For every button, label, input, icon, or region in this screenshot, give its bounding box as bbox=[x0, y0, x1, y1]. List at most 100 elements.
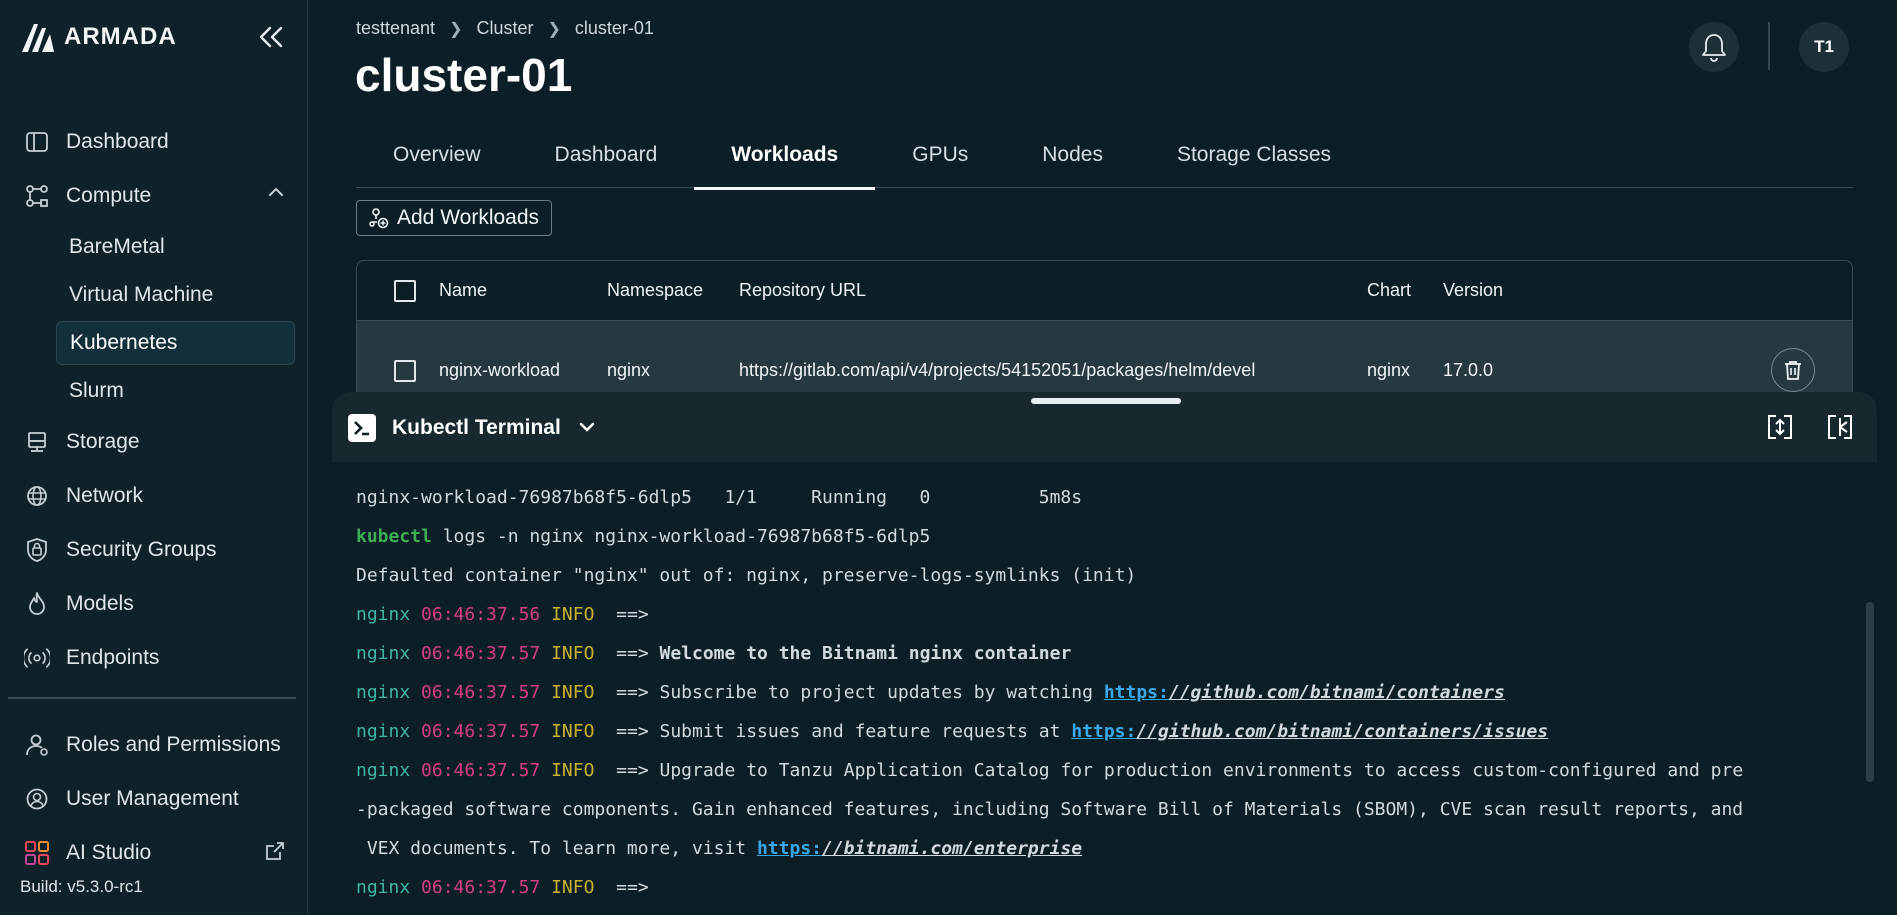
sidebar-item-user-management[interactable]: User Management bbox=[0, 772, 308, 826]
chevron-down-icon[interactable] bbox=[577, 417, 597, 437]
log-arrow: ==> bbox=[616, 760, 649, 781]
terminal-line: nginx-workload-76987b68f5-6dlp5 1/1 Runn… bbox=[356, 487, 1083, 508]
column-header-name[interactable]: Name bbox=[439, 280, 487, 301]
log-time: 06:46:37.57 bbox=[421, 760, 541, 781]
breadcrumb-cluster[interactable]: Cluster bbox=[476, 18, 533, 39]
log-link[interactable]: https: bbox=[1104, 682, 1169, 703]
tab-nodes[interactable]: Nodes bbox=[1005, 122, 1140, 188]
chevron-up-icon bbox=[269, 187, 283, 196]
delete-workload-button[interactable] bbox=[1771, 348, 1815, 392]
sidebar-bottom-nav: Roles and Permissions User Management AI… bbox=[0, 718, 308, 880]
maximize-terminal-icon[interactable] bbox=[1765, 412, 1795, 442]
sidebar-item-dashboard[interactable]: Dashboard bbox=[0, 115, 308, 169]
workloads-table: Name Namespace Repository URL Chart Vers… bbox=[356, 260, 1853, 400]
sidebar-item-models[interactable]: Models bbox=[0, 577, 308, 631]
tab-dashboard[interactable]: Dashboard bbox=[518, 122, 695, 188]
row-checkbox[interactable] bbox=[394, 360, 416, 382]
terminal-line: VEX documents. To learn more, visit http… bbox=[356, 829, 1836, 868]
log-url[interactable]: //bitnami.com/enterprise bbox=[822, 838, 1082, 859]
log-level: INFO bbox=[551, 721, 595, 742]
log-prefix: nginx bbox=[356, 682, 411, 703]
sidebar-item-label: Roles and Permissions bbox=[66, 733, 281, 756]
lock-shield-icon bbox=[24, 537, 50, 563]
breadcrumb: testtenant ❯ Cluster ❯ cluster-01 bbox=[356, 18, 654, 39]
terminal-output[interactable]: nginx-workload-76987b68f5-6dlp5 1/1 Runn… bbox=[356, 478, 1836, 907]
sidebar-item-roles-and-permissions[interactable]: Roles and Permissions bbox=[0, 718, 308, 772]
breadcrumb-current: cluster-01 bbox=[574, 18, 654, 38]
add-workloads-button[interactable]: Add Workloads bbox=[356, 200, 553, 236]
sidebar-subitem-virtual-machine[interactable]: Virtual Machine bbox=[0, 271, 308, 319]
sidebar-item-ai-studio[interactable]: AI Studio bbox=[0, 826, 308, 880]
notifications-button[interactable] bbox=[1689, 22, 1739, 72]
column-header-version[interactable]: Version bbox=[1443, 280, 1503, 301]
add-workload-icon bbox=[369, 208, 389, 229]
terminal-line: nginx 06:46:37.57 INFO ==> Submit issues… bbox=[356, 712, 1836, 751]
app-logo[interactable]: ARMADA bbox=[20, 20, 177, 54]
terminal-resize-handle[interactable] bbox=[1031, 398, 1181, 404]
workload-name: nginx-workload bbox=[439, 360, 561, 380]
log-time: 06:46:37.57 bbox=[421, 877, 541, 898]
tab-workloads[interactable]: Workloads bbox=[694, 122, 876, 190]
broadcast-icon bbox=[24, 645, 50, 671]
workload-namespace: nginx bbox=[607, 360, 651, 380]
sidebar-item-network[interactable]: Network bbox=[0, 469, 308, 523]
sidebar-item-compute[interactable]: Compute bbox=[0, 169, 308, 223]
log-time: 06:46:37.57 bbox=[421, 682, 541, 703]
add-workloads-label: Add Workloads bbox=[397, 206, 540, 229]
users-icon bbox=[24, 732, 50, 758]
sidebar-item-endpoints[interactable]: Endpoints bbox=[0, 631, 308, 685]
column-header-namespace[interactable]: Namespace bbox=[607, 280, 703, 301]
terminal-title: Kubectl Terminal bbox=[392, 416, 561, 439]
log-url[interactable]: //github.com/bitnami/containers bbox=[1169, 682, 1505, 703]
column-header-chart[interactable]: Chart bbox=[1367, 280, 1411, 301]
select-all-checkbox[interactable] bbox=[394, 279, 416, 302]
log-time: 06:46:37.56 bbox=[421, 604, 541, 625]
log-link[interactable]: https: bbox=[1071, 721, 1136, 742]
terminal-line: nginx 06:46:37.56 INFO ==> bbox=[356, 595, 1836, 634]
terminal-line: nginx 06:46:37.57 INFO ==> Subscribe to … bbox=[356, 673, 1836, 712]
log-message: Submit issues and feature requests at bbox=[659, 721, 1072, 742]
avatar[interactable]: T1 bbox=[1799, 22, 1849, 72]
terminal-icon bbox=[348, 414, 376, 442]
sidebar-divider bbox=[8, 697, 296, 699]
terminal-line: nginx 06:46:37.57 INFO ==> Welcome to th… bbox=[356, 634, 1836, 673]
tab-overview[interactable]: Overview bbox=[356, 122, 518, 188]
sidebar-item-storage[interactable]: Storage bbox=[0, 415, 308, 469]
compute-icon bbox=[24, 183, 50, 209]
log-level: INFO bbox=[551, 604, 595, 625]
terminal-header: Kubectl Terminal bbox=[332, 392, 1877, 462]
table-row[interactable]: nginx-workload nginx https://gitlab.com/… bbox=[357, 321, 1852, 399]
dock-terminal-icon[interactable] bbox=[1825, 412, 1855, 442]
terminal-scrollbar[interactable] bbox=[1866, 602, 1874, 782]
sidebar: ARMADA Dashboard Compute BareMetal Virtu… bbox=[0, 0, 308, 915]
sidebar-item-label: Dashboard bbox=[66, 130, 169, 153]
collapse-sidebar-button[interactable] bbox=[256, 22, 286, 52]
globe-icon bbox=[24, 483, 50, 509]
breadcrumb-tenant[interactable]: testtenant bbox=[356, 18, 435, 39]
log-level: INFO bbox=[551, 877, 595, 898]
sidebar-item-label: AI Studio bbox=[66, 841, 152, 864]
log-arrow: ==> bbox=[616, 682, 649, 703]
log-arrow: ==> bbox=[616, 877, 649, 898]
log-level: INFO bbox=[551, 682, 595, 703]
sidebar-subitem-kubernetes[interactable]: Kubernetes bbox=[56, 321, 295, 365]
sidebar-item-label: Compute bbox=[66, 184, 152, 207]
log-message: Subscribe to project updates by watching bbox=[659, 682, 1104, 703]
log-url[interactable]: //github.com/bitnami/containers/issues bbox=[1136, 721, 1548, 742]
log-link[interactable]: https: bbox=[757, 838, 822, 859]
sidebar-item-label: Security Groups bbox=[66, 538, 217, 561]
column-header-repository-url[interactable]: Repository URL bbox=[739, 280, 866, 301]
sidebar-subitem-slurm[interactable]: Slurm bbox=[0, 367, 308, 415]
storage-icon bbox=[24, 429, 50, 455]
trash-icon bbox=[1785, 361, 1801, 380]
external-link-icon[interactable] bbox=[264, 840, 286, 862]
sidebar-item-label: Models bbox=[66, 592, 134, 615]
sidebar-item-security-groups[interactable]: Security Groups bbox=[0, 523, 308, 577]
terminal-line: nginx 06:46:37.57 INFO ==> Upgrade to Ta… bbox=[356, 751, 1836, 790]
tab-gpus[interactable]: GPUs bbox=[875, 122, 1005, 188]
header-divider bbox=[1768, 22, 1770, 70]
terminal-line: kubectl logs -n nginx nginx-workload-769… bbox=[356, 517, 1836, 556]
tab-storage-classes[interactable]: Storage Classes bbox=[1140, 122, 1368, 188]
terminal-line: nginx 06:46:37.57 INFO ==> bbox=[356, 868, 1836, 907]
sidebar-subitem-baremetal[interactable]: BareMetal bbox=[0, 223, 308, 271]
